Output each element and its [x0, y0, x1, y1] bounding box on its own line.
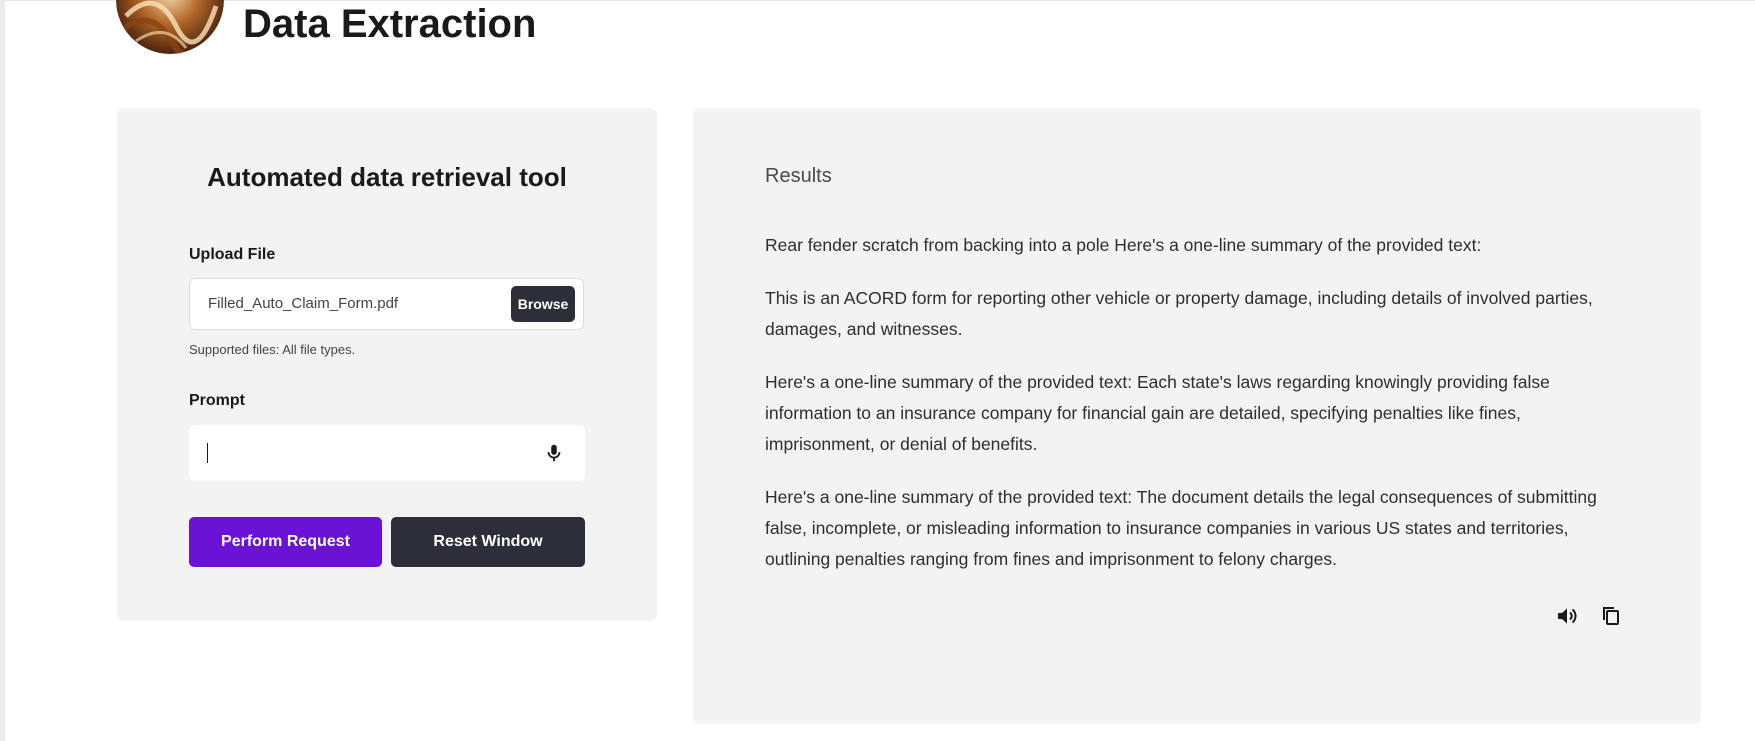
- logo-avatar: [116, 0, 224, 54]
- results-panel: Results Rear fender scratch from backing…: [693, 108, 1701, 724]
- page-title: Data Extraction: [243, 2, 537, 46]
- copy-icon[interactable]: [1599, 604, 1623, 628]
- speaker-icon[interactable]: [1555, 604, 1579, 628]
- reset-window-button[interactable]: Reset Window: [391, 517, 585, 567]
- result-paragraph: This is an ACORD form for reporting othe…: [765, 288, 1593, 339]
- prompt-field[interactable]: [189, 425, 585, 481]
- results-title: Results: [765, 165, 832, 187]
- results-text: Rear fender scratch from backing into a …: [765, 230, 1635, 597]
- tool-title: Automated data retrieval tool: [207, 162, 567, 192]
- upload-file-label: Upload File: [189, 246, 276, 263]
- prompt-label: Prompt: [189, 392, 245, 409]
- request-panel: Automated data retrieval tool Upload Fil…: [117, 108, 657, 621]
- result-paragraph: Rear fender scratch from backing into a …: [765, 235, 1482, 255]
- supported-files-hint: Supported files: All file types.: [189, 342, 356, 357]
- microphone-icon[interactable]: [543, 442, 565, 464]
- page: Data Extraction Automated data retrieval…: [0, 0, 1755, 741]
- prompt-input[interactable]: [207, 437, 541, 471]
- selected-file-name: Filled_Auto_Claim_Form.pdf: [208, 295, 399, 312]
- window-edge: [0, 0, 5, 741]
- text-caret: [207, 443, 208, 463]
- result-paragraph: Here's a one-line summary of the provide…: [765, 372, 1550, 454]
- browse-button[interactable]: Browse: [511, 286, 575, 322]
- result-paragraph: Here's a one-line summary of the provide…: [765, 487, 1597, 569]
- perform-request-button[interactable]: Perform Request: [189, 517, 382, 567]
- file-upload-field[interactable]: Filled_Auto_Claim_Form.pdf Browse: [189, 278, 584, 330]
